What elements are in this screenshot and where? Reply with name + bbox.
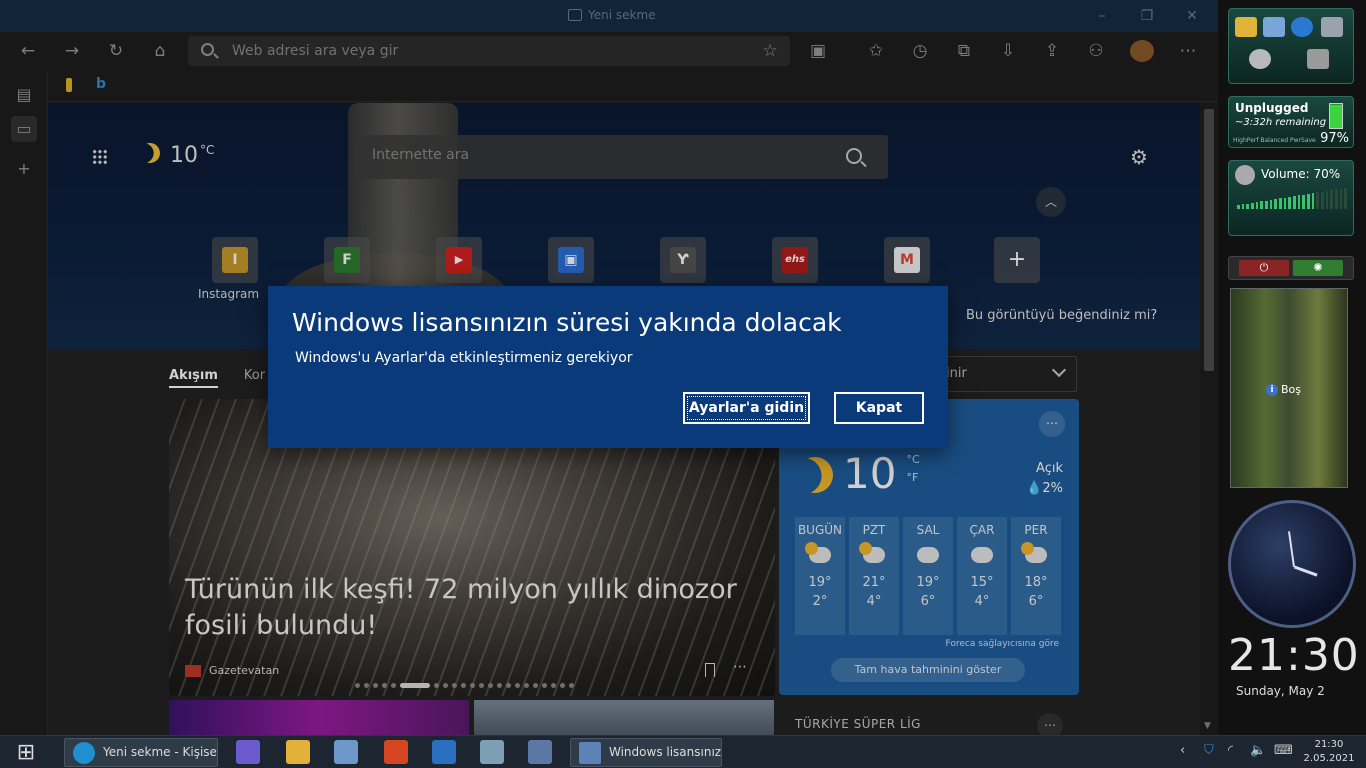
battery-status: Unplugged: [1235, 101, 1309, 115]
volume-bar: [1311, 193, 1315, 209]
defender-icon[interactable]: ⛉: [1204, 743, 1214, 758]
volume-bar: [1246, 203, 1250, 209]
volume-bar: [1237, 205, 1240, 209]
mail-icon[interactable]: [432, 740, 456, 764]
go-to-settings-button[interactable]: Ayarlar'a gidin: [683, 392, 810, 424]
edge-icon: [73, 742, 95, 764]
window-icon: [579, 742, 601, 764]
dialog-message: Windows'u Ayarlar'da etkinleştirmeniz ge…: [295, 350, 633, 366]
volume-bar: [1269, 199, 1273, 209]
volume-bar: [1255, 202, 1259, 209]
volume-bar: [1265, 200, 1268, 209]
volume-bar: [1307, 193, 1310, 209]
volume-bar: [1302, 194, 1306, 209]
volume-bar: [1316, 192, 1320, 209]
volume-bar: [1339, 188, 1343, 209]
volume-bar: [1251, 202, 1254, 209]
media-player-icon[interactable]: [236, 740, 260, 764]
window-icon[interactable]: [1307, 49, 1329, 69]
volume-bar: [1241, 204, 1245, 209]
volume-bar: [1279, 198, 1282, 209]
license-expiry-dialog: Windows lisansınızın süresi yakında dola…: [268, 286, 948, 448]
folder-icon[interactable]: [1235, 17, 1257, 37]
keyboard-icon[interactable]: [528, 740, 552, 764]
digital-clock-date: Sunday, May 2: [1236, 684, 1325, 698]
volume-bar: [1330, 190, 1334, 209]
battery-icon: [1329, 103, 1343, 129]
launcher-gadget: [1228, 8, 1354, 84]
desktop-gadgets: Unplugged ~3:32h remaining HighPerf Bala…: [1218, 0, 1366, 735]
hour-hand: [1293, 565, 1318, 577]
volume-bar: [1274, 199, 1278, 209]
control-panel-icon[interactable]: [334, 740, 358, 764]
network-icon[interactable]: ◜: [1228, 743, 1233, 758]
close-dialog-button[interactable]: Kapat: [834, 392, 924, 424]
taskbar-clock[interactable]: 21:30 2.05.2021: [1296, 738, 1362, 766]
volume-gadget[interactable]: Volume: 70%: [1228, 160, 1354, 236]
battery-remaining: ~3:32h remaining: [1235, 117, 1327, 128]
volume-level-bars: [1237, 187, 1348, 209]
slideshow-label: Boş: [1281, 383, 1302, 396]
battery-percent: 97%: [1320, 131, 1349, 146]
recycle-bin-icon[interactable]: [1321, 17, 1343, 37]
start-button[interactable]: ⊞: [10, 739, 42, 767]
volume-knob-icon[interactable]: [1235, 165, 1255, 185]
remote-desktop-icon[interactable]: [480, 740, 504, 764]
office-icon[interactable]: [384, 740, 408, 764]
taskbar-task-browser[interactable]: Yeni sekme - Kişisel ...: [64, 738, 218, 767]
analog-clock-gadget: [1228, 500, 1356, 628]
slideshow-gadget[interactable]: i Boş: [1230, 288, 1348, 488]
volume-bar: [1321, 191, 1324, 209]
settings-icon[interactable]: [1249, 49, 1271, 69]
taskbar-task-license[interactable]: Windows lisansınızı...: [570, 738, 722, 767]
power-gadget: ⏻ ✺: [1228, 256, 1354, 280]
taskbar: ⊞ Yeni sekme - Kişisel ... Windows lisan…: [0, 735, 1366, 768]
volume-label: Volume: 70%: [1261, 167, 1341, 181]
show-hidden-icons[interactable]: ‹: [1180, 743, 1185, 758]
shutdown-button[interactable]: ⏻: [1239, 260, 1289, 276]
file-explorer-icon[interactable]: [286, 740, 310, 764]
computer-icon[interactable]: [1263, 17, 1285, 37]
info-icon: i: [1266, 383, 1278, 396]
volume-bar: [1260, 201, 1264, 209]
volume-bar: [1335, 189, 1338, 209]
volume-bar: [1344, 187, 1348, 209]
volume-bar: [1325, 190, 1329, 209]
volume-bar: [1297, 195, 1301, 209]
internet-explorer-icon[interactable]: [1291, 17, 1313, 37]
battery-gadget: Unplugged ~3:32h remaining HighPerf Bala…: [1228, 96, 1354, 148]
power-modes[interactable]: HighPerf Balanced PwrSave: [1233, 137, 1316, 144]
volume-bar: [1293, 196, 1296, 209]
volume-bar: [1283, 197, 1287, 209]
digital-clock-time: 21:30: [1228, 630, 1360, 681]
dialog-title: Windows lisansınızın süresi yakında dola…: [292, 308, 842, 337]
restart-button[interactable]: ✺: [1293, 260, 1343, 276]
keyboard-layout-icon[interactable]: ⌨: [1274, 743, 1293, 758]
volume-icon[interactable]: 🔈: [1250, 743, 1266, 758]
minute-hand: [1287, 531, 1295, 568]
volume-bar: [1288, 196, 1292, 209]
